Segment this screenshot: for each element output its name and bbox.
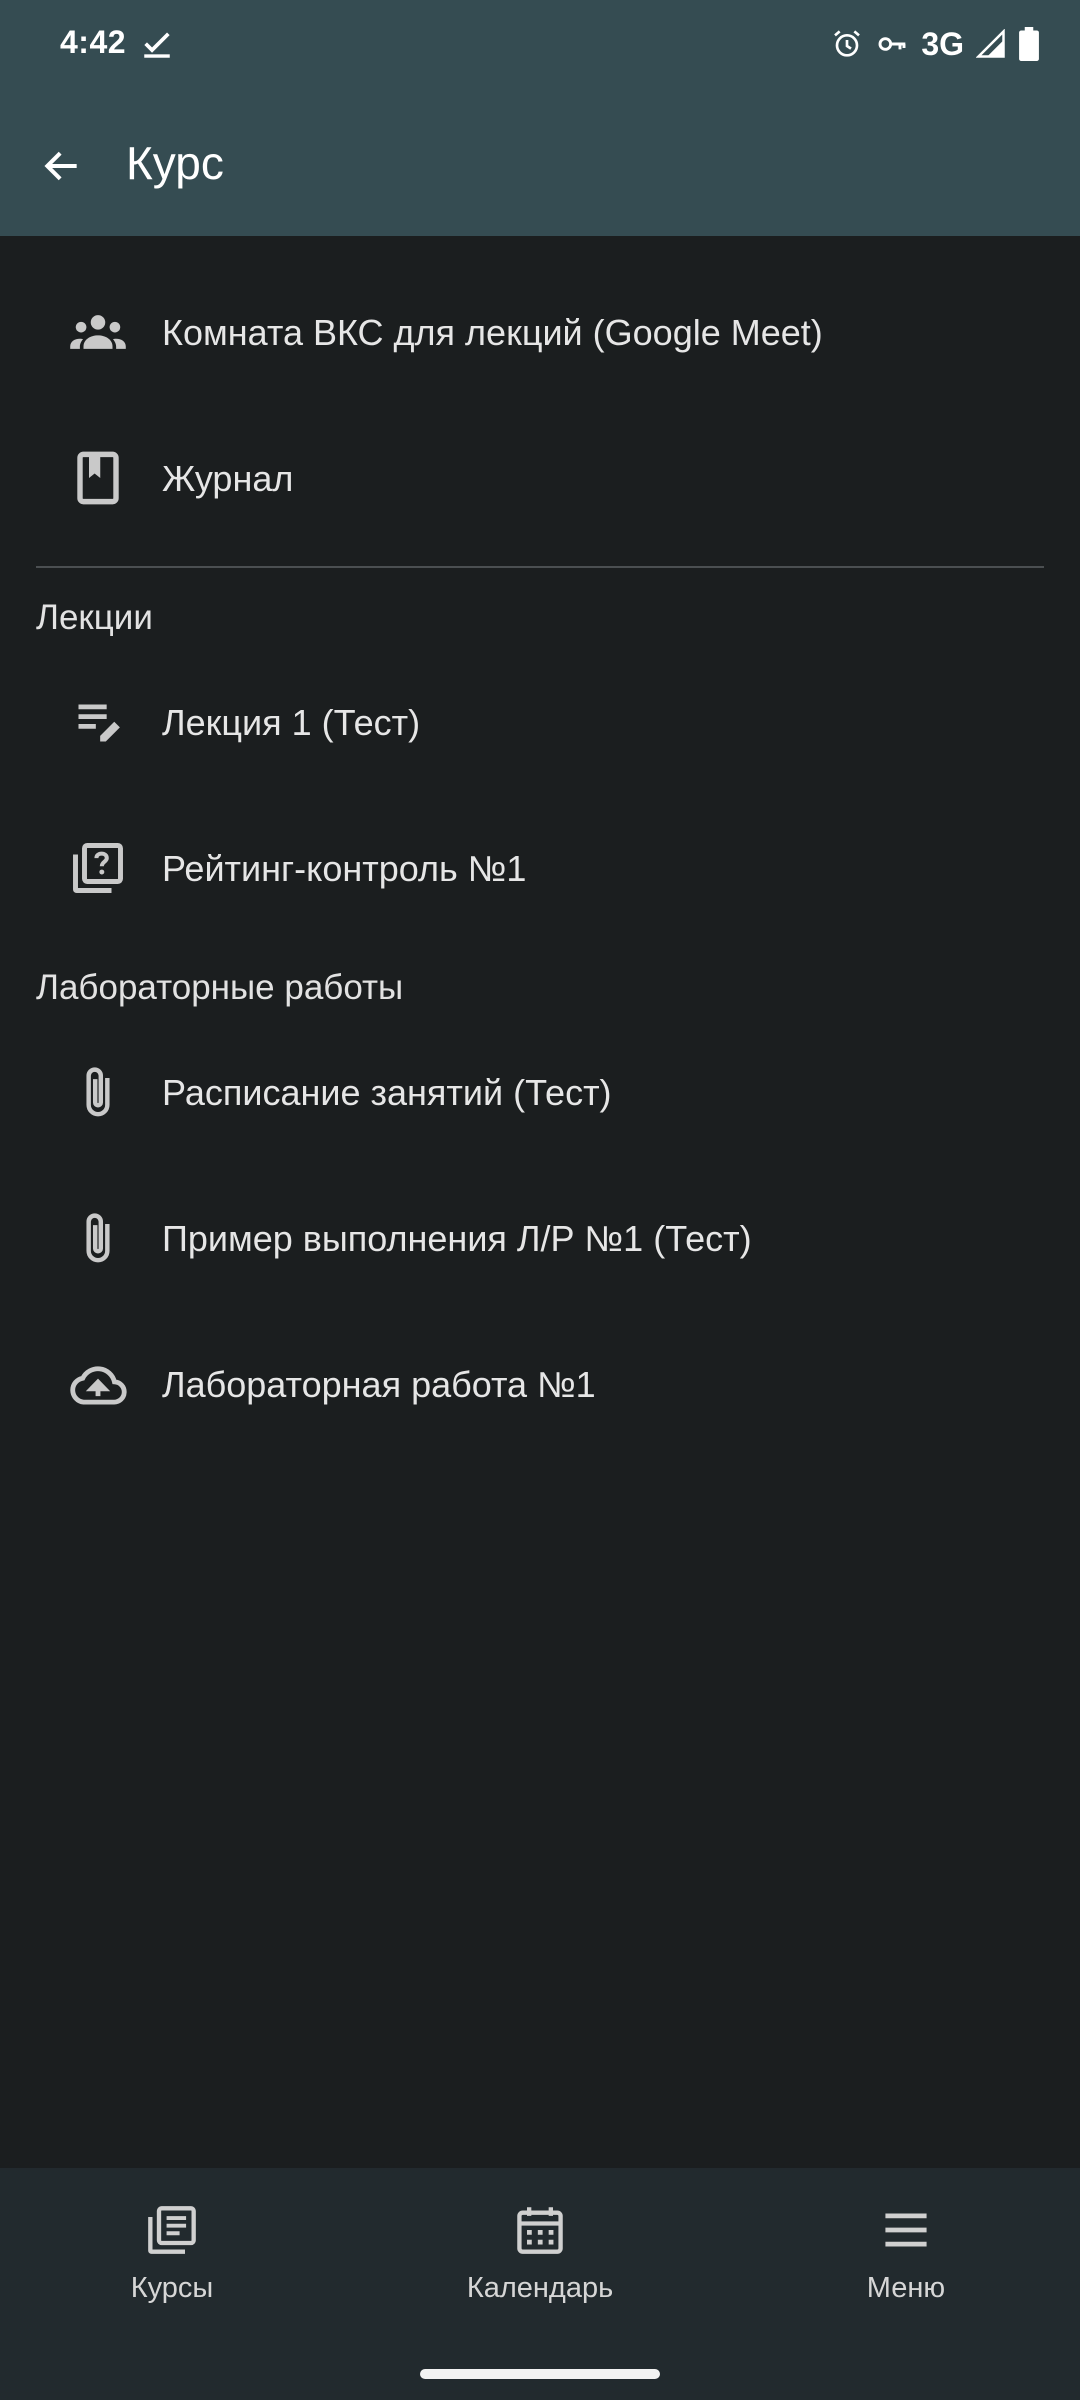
screen: 4:42 3G Курс Комната ВКС для лекций (Goo… (0, 0, 1080, 2400)
list-item-label: Лабораторная работа №1 (162, 1364, 596, 1405)
edit-note-icon (68, 692, 128, 752)
list-item-lecture-1[interactable]: Лекция 1 (Тест) (0, 652, 1080, 792)
status-icons: 3G (831, 22, 1040, 66)
section-header-labs: Лабораторные работы (36, 968, 404, 1007)
nav-label: Курсы (130, 2272, 214, 2304)
courses-icon (148, 2206, 196, 2254)
list-item-lab-work-1[interactable]: Лабораторная работа №1 (0, 1314, 1080, 1454)
battery-icon (1019, 27, 1039, 61)
list-item-journal[interactable]: Журнал (0, 408, 1080, 548)
calendar-icon (517, 2207, 563, 2254)
signal-icon (976, 29, 1005, 58)
back-button[interactable] (30, 134, 94, 198)
list-item-rating-control[interactable]: Рейтинг-контроль №1 (0, 798, 1080, 938)
list-item-label: Пример выполнения Л/Р №1 (Тест) (162, 1218, 752, 1259)
status-bar: 4:42 3G (0, 0, 1080, 88)
attachment-icon (68, 1208, 128, 1268)
list-item-label: Расписание занятий (Тест) (162, 1072, 612, 1113)
gesture-navigation-bar[interactable] (420, 2369, 660, 2379)
section-header-lectures: Лекции (36, 598, 153, 637)
network-type: 3G (921, 25, 964, 62)
divider (36, 566, 1044, 568)
quiz-icon (68, 838, 128, 898)
list-item-label: Комната ВКС для лекций (Google Meet) (162, 312, 823, 353)
menu-icon (885, 2213, 927, 2247)
nav-label: Меню (866, 2272, 946, 2304)
status-time: 4:42 (60, 24, 127, 60)
list-item-meet-room[interactable]: Комната ВКС для лекций (Google Meet) (0, 262, 1080, 402)
nav-item-calendar[interactable]: Календарь (420, 2204, 660, 2324)
vpn-key-icon (878, 37, 906, 51)
book-icon (68, 448, 128, 508)
nav-item-courses[interactable]: Курсы (52, 2204, 292, 2324)
group-icon (68, 302, 128, 362)
arrow-back-icon (44, 151, 77, 181)
check-icon (144, 32, 170, 58)
list-item-schedule[interactable]: Расписание занятий (Тест) (0, 1022, 1080, 1162)
list-item-label: Журнал (162, 458, 294, 499)
list-item-label: Рейтинг-контроль №1 (162, 848, 527, 889)
cloud-upload-icon (68, 1354, 128, 1414)
nav-item-menu[interactable]: Меню (786, 2204, 1026, 2324)
nav-label: Календарь (466, 2272, 614, 2304)
list-item-lab-example[interactable]: Пример выполнения Л/Р №1 (Тест) (0, 1168, 1080, 1308)
alarm-icon (834, 30, 861, 57)
bottom-nav: Курсы Календарь Меню (0, 2168, 1080, 2400)
app-bar: Курс (0, 88, 1080, 236)
list-item-label: Лекция 1 (Тест) (162, 702, 421, 743)
page-title: Курс (126, 137, 224, 189)
attachment-icon (68, 1062, 128, 1122)
